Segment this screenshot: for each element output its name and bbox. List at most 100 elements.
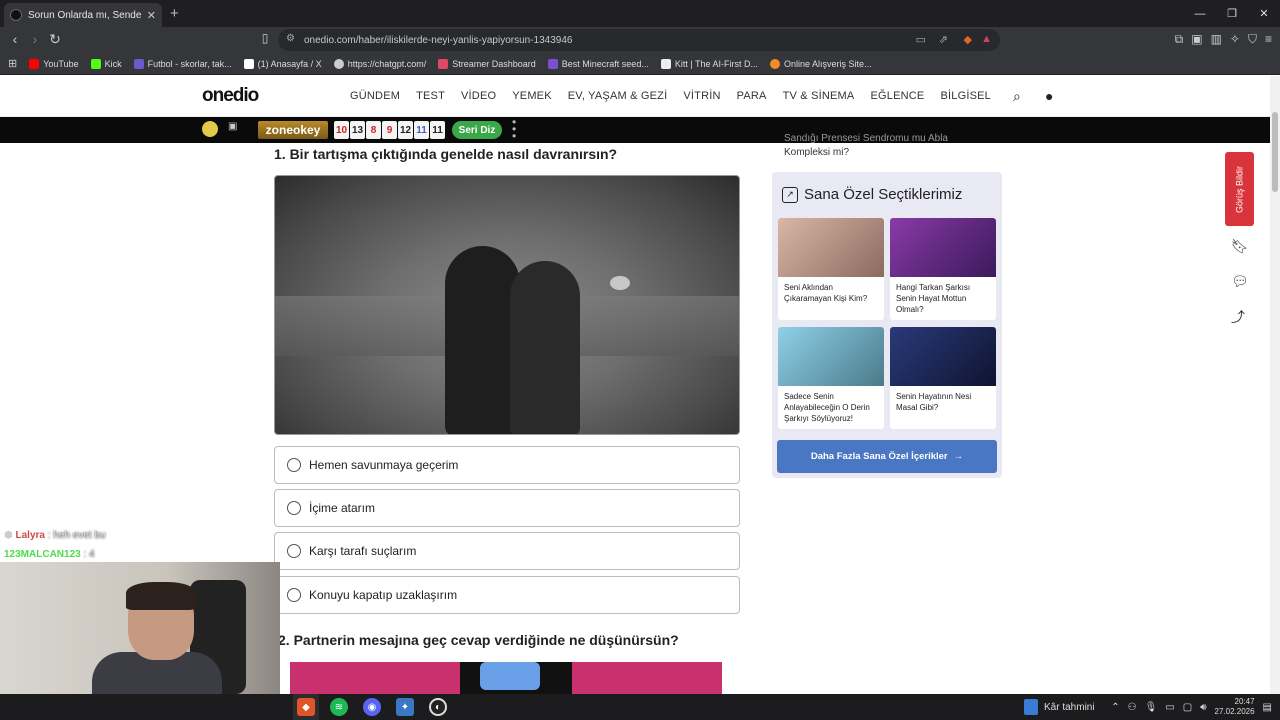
obs-icon[interactable]: ◐ [429,698,447,716]
recommendation-item[interactable]: Sadece Senin Anlayabileceğin O Derin Şar… [778,327,884,429]
answer-option[interactable]: İçime atarım [274,489,740,527]
vpn-icon[interactable]: ⛉ [1248,32,1257,47]
site-info-icon[interactable]: ⚙ [286,33,295,44]
url-text: onedio.com/haber/iliskilerde-neyi-yanlis… [304,34,573,46]
recommendation-item[interactable]: Seni Aklından Çıkaramayan Kişi Kim? [778,218,884,320]
site-logo[interactable]: onedio [202,85,259,107]
answer-option[interactable]: Konuyu kapatıp uzaklaşırım [274,576,740,614]
question-1-image [274,175,740,435]
forward-icon[interactable]: › [26,31,44,47]
bookmark-kick[interactable]: Kick [90,58,122,69]
address-bar[interactable]: ⚙ onedio.com/haber/iliskilerde-neyi-yanl… [278,29,1000,51]
bookmark-futbol[interactable]: Futbol - skorlar, tak... [133,58,232,69]
seri-diz-button[interactable]: Seri Diz [452,121,502,139]
related-article-link[interactable]: Sandığı Prensesi Sendromu mu Abla Komple… [784,132,984,160]
notifications-icon[interactable]: ▤ [1263,702,1272,713]
more-dots-icon[interactable]: • • • [512,116,516,142]
answer-option[interactable]: Hemen savunmaya geçerim [274,446,740,484]
bookmark-icon[interactable]: ▯ [256,31,274,45]
rewards-icon[interactable]: ▲ [981,33,992,45]
feedback-button[interactable]: Görüş Bildir [1225,152,1254,226]
chevron-up-icon[interactable]: ⌃ [1111,702,1119,713]
new-tab-button[interactable]: + [170,5,179,22]
nav-eglence[interactable]: EĞLENCE [870,90,924,102]
nav-test[interactable]: TEST [416,90,445,102]
recommendation-title: Hangi Tarkan Şarkısı Senin Hayat Mottun … [896,283,971,314]
bookmark-youtube[interactable]: YouTube [29,58,79,69]
recommendation-item[interactable]: Hangi Tarkan Şarkısı Senin Hayat Mottun … [890,218,996,320]
leo-icon[interactable]: ✧ [1230,32,1240,47]
more-recommendations-button[interactable]: Daha Fazla Sana Özel İçerikler → [777,440,997,473]
cast-icon[interactable]: ▭ [916,33,926,46]
share-icon[interactable]: ⤴ [1231,307,1245,327]
share-icon[interactable]: ⇗ [939,33,948,46]
recommendations-title: ↗ Sana Özel Seçtiklerimiz [782,186,962,203]
nav-vitrin[interactable]: VİTRİN [683,90,720,102]
radio-icon[interactable] [287,588,301,602]
minimize-icon[interactable]: — [1184,0,1216,27]
weather-icon [1024,699,1038,715]
okey-tile: 11 [414,121,429,139]
answer-label: Hemen savunmaya geçerim [309,458,459,472]
recommendation-item[interactable]: Senin Hayatının Nesi Masal Gibi? [890,327,996,429]
nav-para[interactable]: PARA [737,90,767,102]
volume-icon[interactable]: 🔊︎ [1200,702,1206,713]
comments-icon[interactable]: 💬︎ [1231,273,1249,290]
radio-icon[interactable] [287,501,301,515]
bookmark-minecraft[interactable]: Best Minecraft seed... [547,58,649,69]
main-navigation: GÜNDEM TEST VİDEO YEMEK EV, YAŞAM & GEZİ… [350,90,991,102]
user-icon[interactable]: ● [1045,88,1053,104]
close-tab-icon[interactable]: ✕ [147,9,156,22]
bookmark-streamer-dashboard[interactable]: Streamer Dashboard [438,58,536,69]
display-icon[interactable]: ▢ [1183,702,1192,713]
back-icon[interactable]: ‹ [6,31,24,47]
bookmarks-bar: ⊞ YouTube Kick Futbol - skorlar, tak... … [0,53,1280,75]
extensions-icon[interactable]: ⧉ [1175,32,1184,47]
tab-title: Sorun Onlarda mı, Sende mi? - O [28,9,141,21]
discord-icon[interactable]: ◉ [363,698,381,716]
app-icon[interactable]: ✦ [396,698,414,716]
apps-grid-icon[interactable]: ⊞ [8,57,17,70]
nav-ev-yasam-gezi[interactable]: EV, YAŞAM & GEZİ [568,90,668,102]
recommendation-thumbnail [778,327,884,386]
radio-icon[interactable] [287,544,301,558]
mic-icon[interactable]: 🎙︎ [1145,702,1158,713]
okey-tile: 11 [430,121,445,139]
answer-option[interactable]: Karşı tarafı suçlarım [274,532,740,570]
bookmark-kitt[interactable]: Kitt | The AI-First D... [660,58,758,69]
nav-gundem[interactable]: GÜNDEM [350,90,400,102]
nav-video[interactable]: VİDEO [461,90,496,102]
wallet-icon[interactable]: ▣ [1191,32,1202,47]
answer-label: İçime atarım [309,501,376,515]
recommendation-title: Sadece Senin Anlayabileceğin O Derin Şar… [784,392,870,423]
weather-widget[interactable]: Kâr tahmini [1024,699,1095,715]
site-header: onedio GÜNDEM TEST VİDEO YEMEK EV, YAŞAM… [0,76,1270,117]
chat-message: ⬢ Lalyra : heh evet bu [4,530,106,541]
active-tab[interactable]: Sorun Onlarda mı, Sende mi? - O ✕ [4,3,162,27]
bookmark-shopping[interactable]: Online Alışveriş Site... [770,58,872,69]
page-scrollbar[interactable] [1270,76,1280,694]
brave-browser-icon[interactable]: ◆ [297,698,315,716]
reload-icon[interactable]: ↻ [46,31,64,48]
bookmark-x[interactable]: (1) Anasayfa / X [243,58,322,69]
sidebar-toggle-icon[interactable]: ▥ [1211,32,1222,47]
zoneokey-promo-banner[interactable]: ▣ zoneokey 10 13 8 9 12 11 11 Seri Diz •… [0,116,1270,143]
save-bookmark-icon[interactable]: 🔖︎ [1231,238,1249,255]
network-icon[interactable]: ▭ [1165,702,1174,713]
search-icon[interactable]: ⌕ [1013,88,1021,105]
clock[interactable]: 20:47 27.02.2026 [1215,697,1255,717]
nav-yemek[interactable]: YEMEK [512,90,552,102]
brave-shield-icon[interactable]: ◆ [964,33,972,46]
site-favicon-icon [10,9,22,21]
question-2-title: 2. Partnerin mesajına geç cevap verdiğin… [278,632,679,648]
nav-tv-sinema[interactable]: TV & SİNEMA [783,90,855,102]
nav-bilgisel[interactable]: BİLGİSEL [940,90,991,102]
question-2-image [290,662,722,694]
app-tray-icon[interactable]: ⚇ [1128,702,1137,713]
close-window-icon[interactable]: ✕ [1248,0,1280,27]
restore-icon[interactable]: ❐ [1216,0,1248,27]
menu-icon[interactable]: ≡ [1265,32,1272,47]
bookmark-chatgpt[interactable]: https://chatgpt.com/ [333,58,426,69]
radio-icon[interactable] [287,458,301,472]
spotify-icon[interactable]: ≋ [330,698,348,716]
